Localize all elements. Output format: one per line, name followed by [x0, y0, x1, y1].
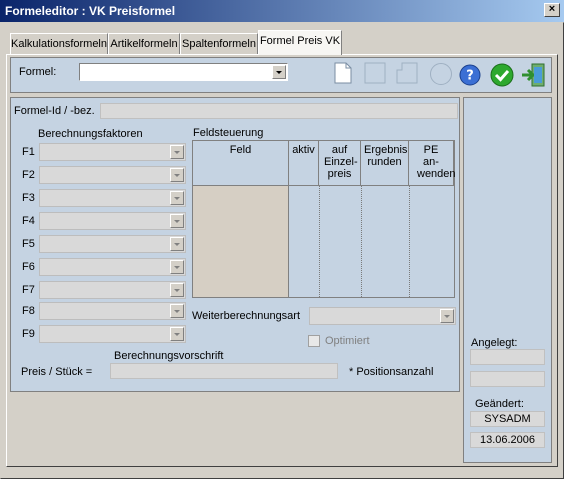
grid-divider: [361, 186, 362, 297]
factor-label-f6: F6: [22, 261, 35, 273]
berechnungsvorschrift-label: Berechnungsvorschrift: [114, 350, 224, 362]
factor-label-f8: F8: [22, 305, 35, 317]
grid-header-feld[interactable]: Feld: [193, 141, 289, 186]
grid-column-feld[interactable]: [193, 186, 289, 297]
factor-label-f5: F5: [22, 238, 35, 250]
factor-label-f1: F1: [22, 146, 35, 158]
factor-select-f9[interactable]: [39, 325, 186, 343]
tab-label: Artikelformeln: [110, 38, 178, 50]
delete-icon[interactable]: [429, 62, 453, 86]
geaendert-date-field: 13.06.2006: [470, 432, 545, 448]
factor-label-f7: F7: [22, 284, 35, 296]
factor-select-f1[interactable]: [39, 143, 186, 161]
grid-divider: [409, 186, 410, 297]
factor-label-f4: F4: [22, 215, 35, 227]
formel-select[interactable]: [79, 63, 288, 81]
factor-select-f8[interactable]: [39, 302, 186, 320]
angelegt-user-field: [470, 349, 545, 365]
formel-id-label: Formel-Id / -bez.: [14, 105, 95, 117]
geaendert-user-field: SYSADM: [470, 411, 545, 427]
new-document-icon[interactable]: [334, 62, 352, 84]
optimiert-checkbox[interactable]: [308, 335, 320, 347]
grid-header-ergebnis-runden[interactable]: Ergebnis runden: [361, 141, 409, 186]
grid-header-pe-anwenden[interactable]: PE an-wenden: [409, 141, 456, 186]
chevron-down-icon[interactable]: [170, 145, 184, 159]
factor-select-f2[interactable]: [39, 166, 186, 184]
angelegt-date-field: [470, 371, 545, 387]
formel-id-field[interactable]: [100, 103, 458, 119]
factor-select-f6[interactable]: [39, 258, 186, 276]
close-button[interactable]: ×: [544, 3, 560, 17]
window-title: Formeleditor : VK Preisformel: [5, 4, 176, 18]
chevron-down-icon[interactable]: [272, 65, 286, 79]
tab-formel-preis-vk[interactable]: Formel Preis VK: [258, 30, 342, 55]
berechnungsvorschrift-field[interactable]: [110, 363, 338, 379]
formel-label: Formel:: [19, 66, 57, 78]
copy-icon[interactable]: [364, 62, 386, 84]
factor-select-f3[interactable]: [39, 189, 186, 207]
factor-select-f4[interactable]: [39, 212, 186, 230]
geaendert-label: Geändert:: [475, 398, 524, 410]
factor-select-f5[interactable]: [39, 235, 186, 253]
chevron-down-icon[interactable]: [170, 283, 184, 297]
weiterberechnungsart-select[interactable]: [309, 307, 456, 325]
title-bar: Formeleditor : VK Preisformel: [0, 0, 564, 22]
factor-label-f3: F3: [22, 192, 35, 204]
chevron-down-icon[interactable]: [170, 191, 184, 205]
positionsanzahl-label: * Positionsanzahl: [349, 366, 434, 378]
factor-label-f9: F9: [22, 328, 35, 340]
help-icon[interactable]: ?: [459, 64, 481, 86]
feldsteuerung-grid[interactable]: Feld aktiv auf Einzel-preis Ergebnis run…: [192, 140, 456, 298]
tab-label: Formel Preis VK: [259, 35, 341, 47]
grid-header-aktiv[interactable]: aktiv: [289, 141, 319, 186]
chevron-down-icon[interactable]: [170, 214, 184, 228]
grid-divider: [319, 186, 320, 297]
angelegt-label: Angelegt:: [471, 337, 518, 349]
chevron-down-icon[interactable]: [170, 327, 184, 341]
tab-artikelformeln[interactable]: Artikelformeln: [108, 33, 180, 55]
tab-kalkulationsformeln[interactable]: Kalkulationsformeln: [10, 33, 108, 55]
optimiert-label: Optimiert: [325, 335, 370, 347]
feldsteuerung-label: Feldsteuerung: [193, 127, 264, 139]
weiterberechnungsart-label: Weiterberechnungsart: [192, 310, 301, 322]
preis-stueck-label: Preis / Stück =: [21, 366, 93, 378]
exit-door-icon[interactable]: [520, 62, 546, 88]
confirm-check-icon[interactable]: [490, 63, 514, 87]
tab-label: Spaltenformeln: [182, 38, 256, 50]
grid-header-einzelpreis[interactable]: auf Einzel-preis: [319, 141, 361, 186]
factor-label-f2: F2: [22, 169, 35, 181]
factor-select-f7[interactable]: [39, 281, 186, 299]
tab-spaltenformeln[interactable]: Spaltenformeln: [180, 33, 258, 55]
chevron-down-icon[interactable]: [170, 260, 184, 274]
chevron-down-icon[interactable]: [170, 304, 184, 318]
chevron-down-icon[interactable]: [170, 168, 184, 182]
paste-icon[interactable]: [396, 62, 418, 84]
chevron-down-icon[interactable]: [440, 309, 454, 323]
chevron-down-icon[interactable]: [170, 237, 184, 251]
close-icon: ×: [548, 3, 556, 15]
svg-text:?: ?: [466, 69, 474, 84]
tab-label: Kalkulationsformeln: [11, 38, 107, 50]
berechnungsfaktoren-label: Berechnungsfaktoren: [38, 128, 143, 140]
